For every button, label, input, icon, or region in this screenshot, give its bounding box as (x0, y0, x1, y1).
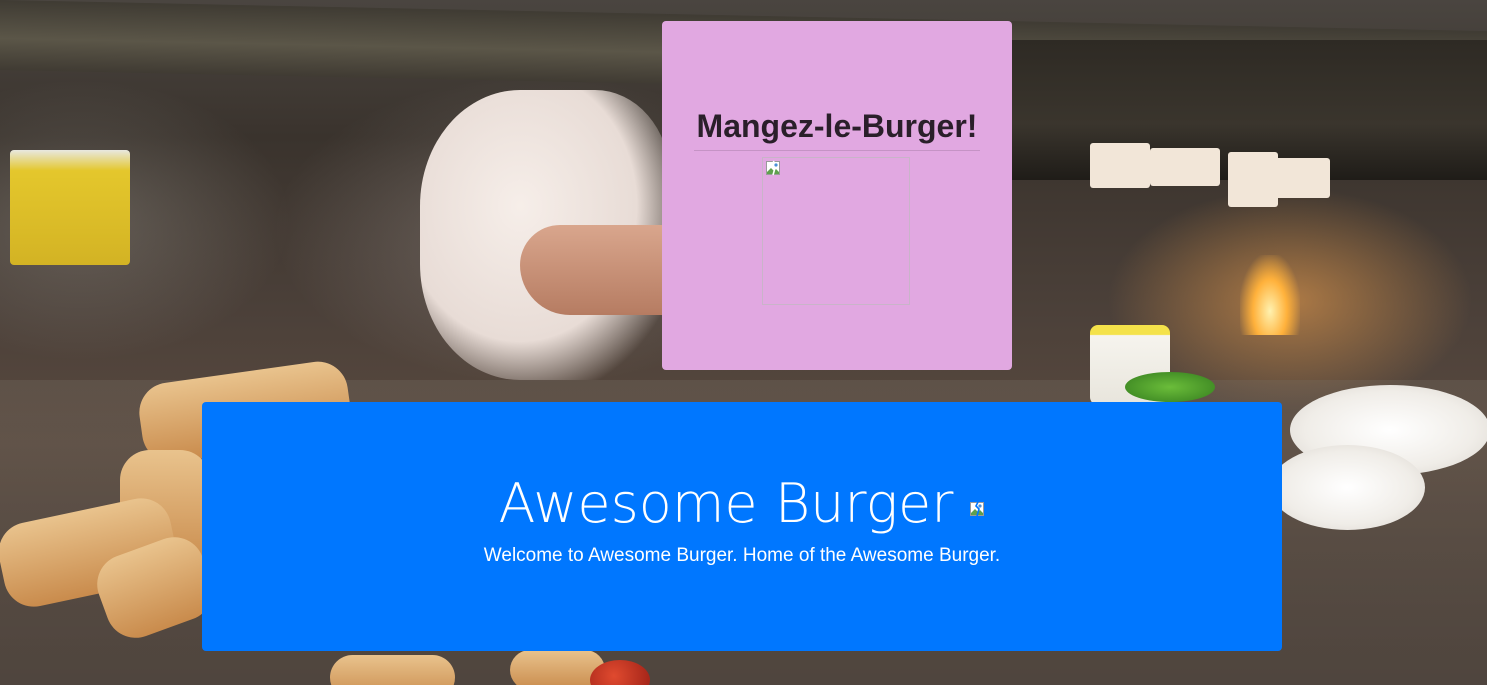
background-bucket (10, 150, 130, 265)
jumbotron: Awesome Burger Welcome to Awesome Burger… (202, 402, 1282, 651)
background-lamp (1150, 148, 1220, 186)
jumbotron-heading-row: Awesome Burger (202, 472, 1282, 536)
brand-title: Mangez-le-Burger! (696, 108, 978, 144)
brand-divider (694, 150, 980, 151)
background-bread (330, 655, 455, 685)
background-lamp (1228, 152, 1278, 207)
background-flame (1240, 255, 1300, 335)
broken-image-icon (970, 501, 985, 517)
background-vegetables (1125, 372, 1215, 402)
broken-image-icon (766, 160, 780, 176)
background-lamp (1275, 158, 1330, 198)
background-lamp (1090, 143, 1150, 188)
background-plate (1270, 445, 1425, 530)
background-arm (520, 225, 680, 315)
brand-logo-image (762, 157, 910, 305)
jumbotron-lead: Welcome to Awesome Burger. Home of the A… (483, 545, 1001, 566)
jumbotron-heading: Awesome Burger (498, 472, 954, 535)
